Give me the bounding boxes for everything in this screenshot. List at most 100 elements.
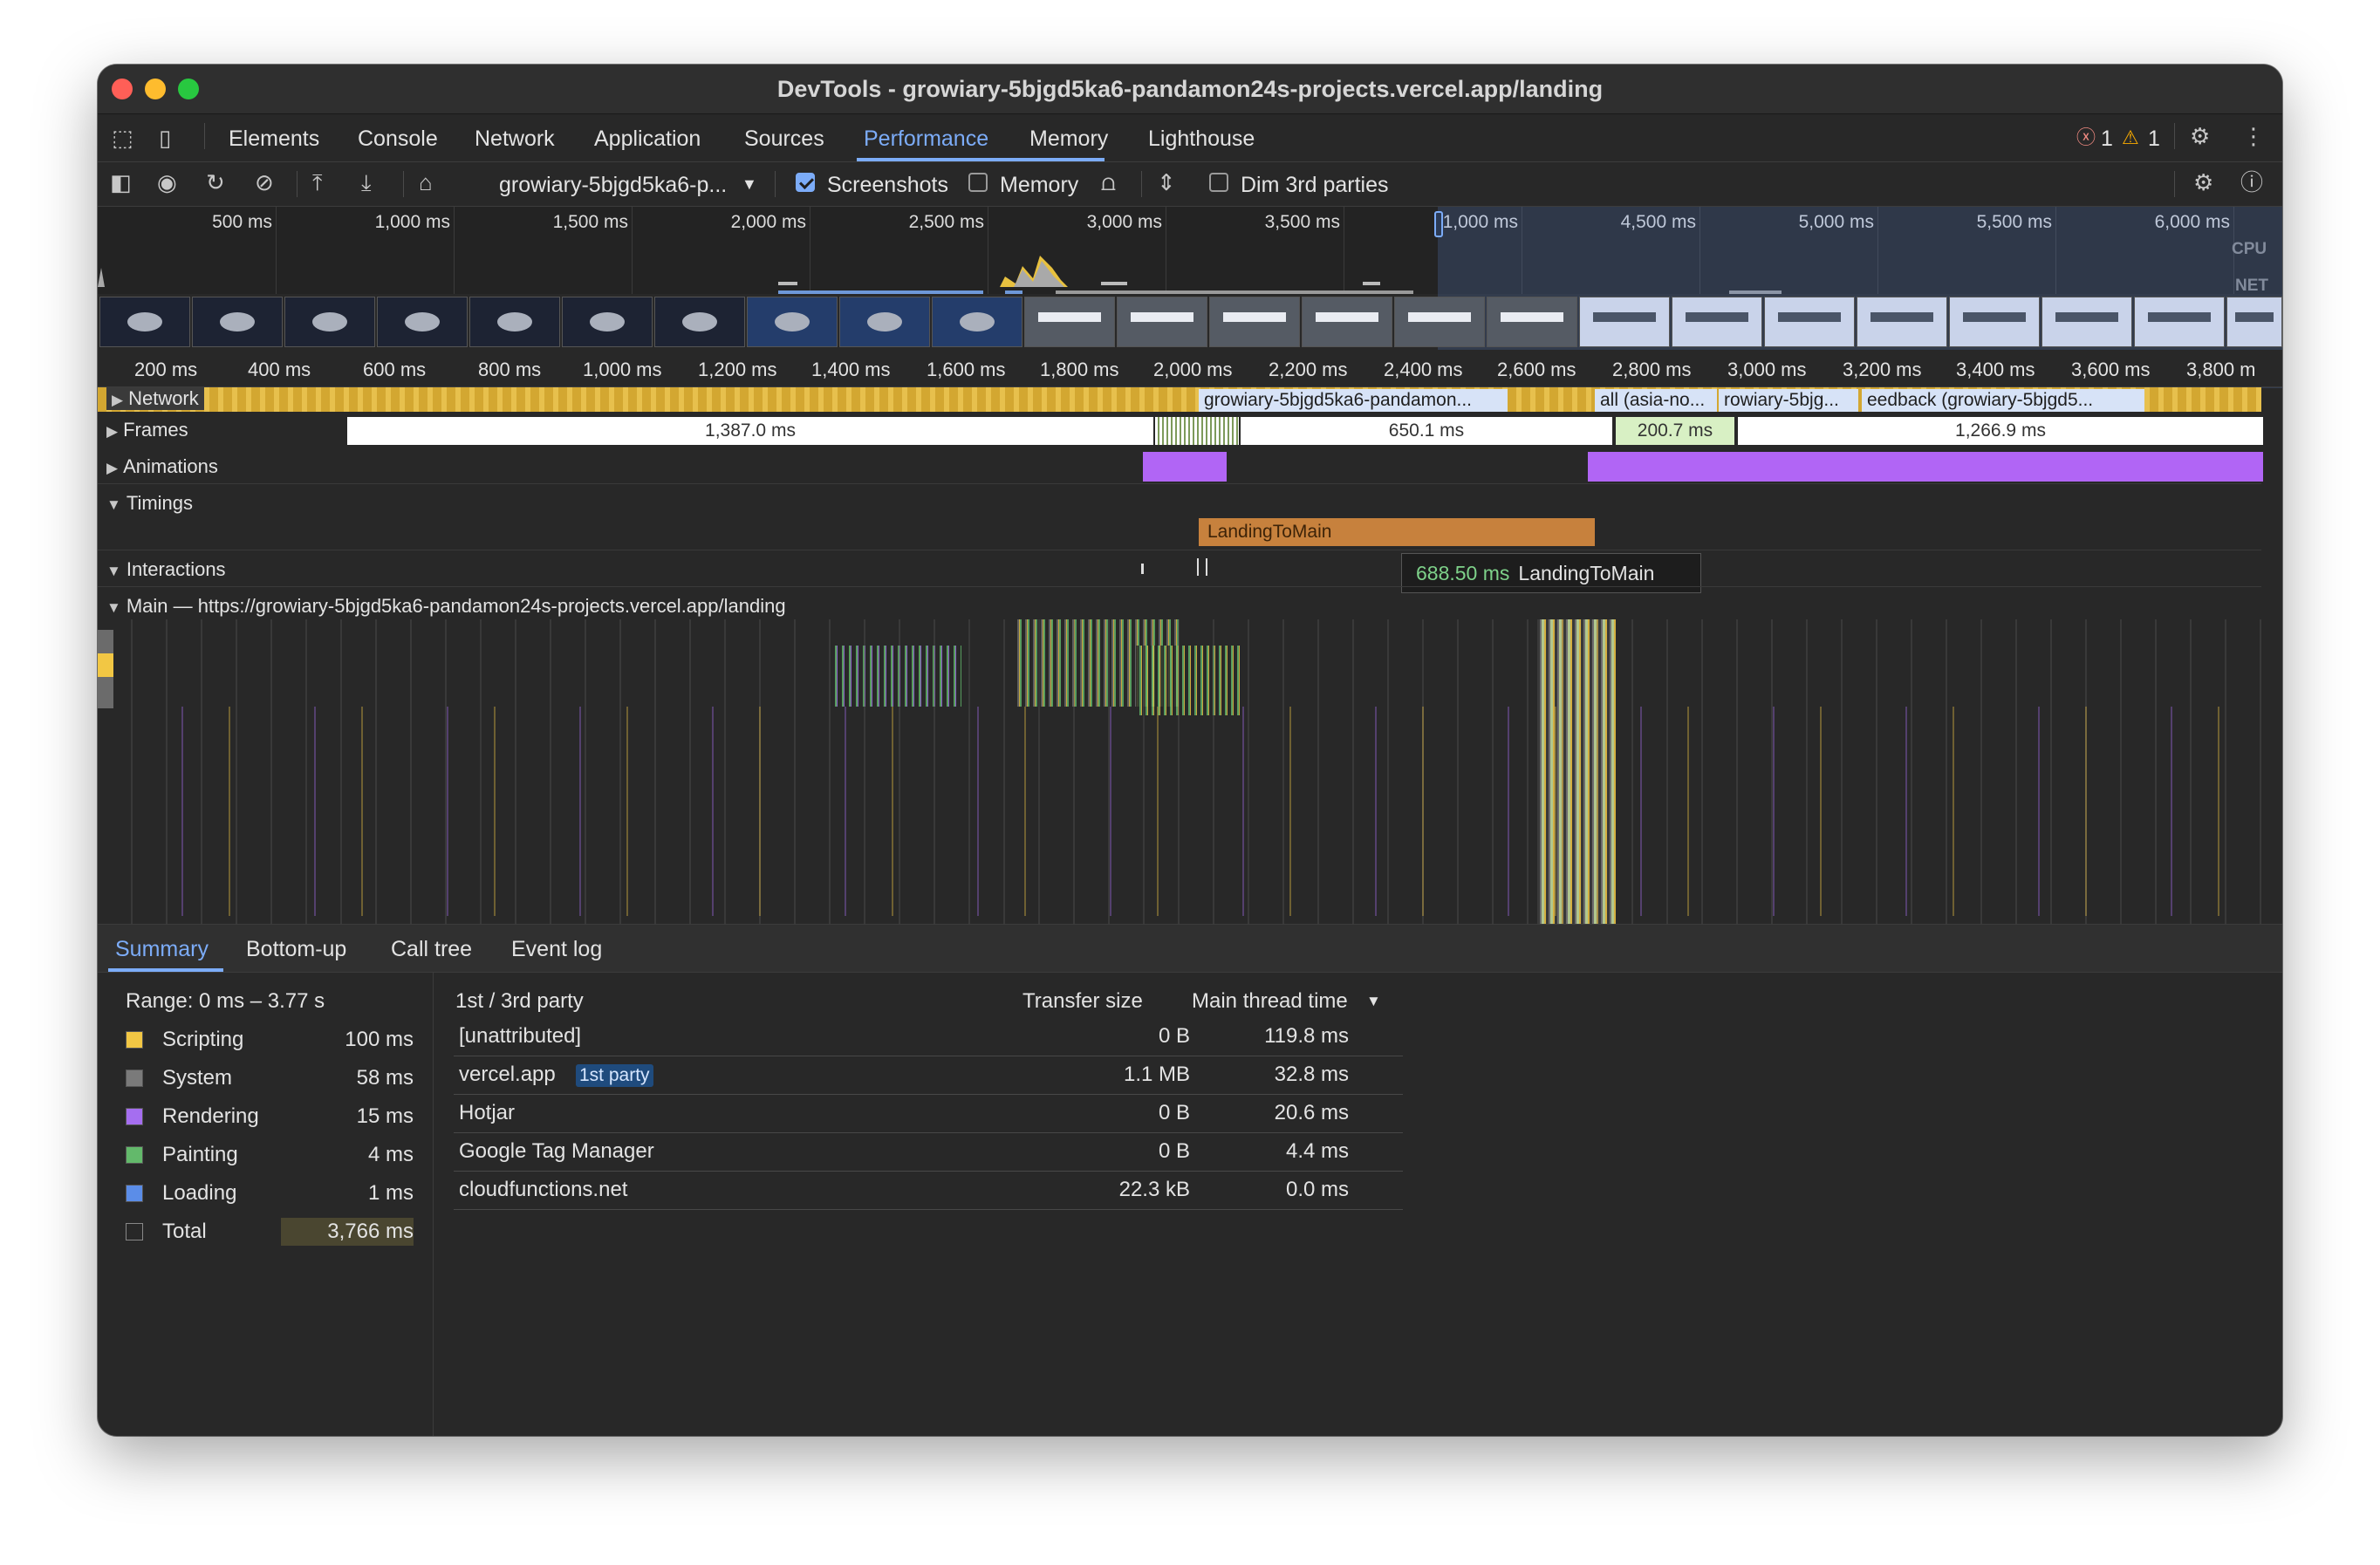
error-icon[interactable]: ⓧ bbox=[2076, 125, 2096, 151]
warning-icon[interactable]: ⚠ bbox=[2122, 125, 2139, 151]
frames-track-header[interactable]: ▶ Frames bbox=[106, 419, 188, 441]
summary-row-loading: Loading 1 ms bbox=[126, 1179, 414, 1214]
summary-row-scripting: Scripting 100 ms bbox=[126, 1026, 414, 1061]
capture-settings-icon[interactable]: ⚙ bbox=[2193, 169, 2213, 195]
screenshots-filmstrip[interactable] bbox=[98, 297, 2282, 349]
category-value: 3,766 ms bbox=[327, 1220, 414, 1243]
tab-bottom-up[interactable]: Bottom-up bbox=[246, 937, 346, 962]
inspect-element-icon[interactable]: ⬚ bbox=[112, 125, 133, 151]
title-bar: DevTools - growiary-5bjgd5ka6-pandamon24… bbox=[98, 65, 2282, 114]
table-row[interactable]: Google Tag Manager 0 B 4.4 ms bbox=[454, 1132, 1403, 1172]
ruler-label: 1,600 ms bbox=[927, 359, 1006, 380]
timing-tooltip: 688.50 ms LandingToMain bbox=[1401, 553, 1701, 593]
first-party-badge: 1st party bbox=[576, 1064, 653, 1087]
main-thread-flame-chart[interactable] bbox=[98, 619, 2261, 925]
main-thread-track-header[interactable]: ▼ Main — https://growiary-5bjgd5ka6-panda… bbox=[106, 595, 786, 618]
animation-block[interactable] bbox=[1588, 452, 2263, 482]
frame-block[interactable]: 650.1 ms bbox=[1241, 417, 1612, 445]
category-swatch bbox=[126, 1108, 143, 1125]
timings-track-header[interactable]: ▼ Timings bbox=[106, 492, 193, 515]
table-row[interactable]: [unattributed] 0 B 119.8 ms bbox=[454, 1017, 1403, 1056]
home-icon[interactable]: ⌂ bbox=[419, 169, 433, 195]
party-name: [unattributed] bbox=[459, 1024, 582, 1048]
network-request[interactable]: growiary-5bjgd5ka6-pandamon... bbox=[1199, 389, 1508, 412]
tab-event-log[interactable]: Event log bbox=[511, 937, 602, 962]
clear-icon[interactable]: ⊘ bbox=[255, 169, 274, 195]
upload-icon[interactable]: ⤒ bbox=[312, 169, 323, 195]
collapse-triangle-icon: ▼ bbox=[106, 599, 121, 616]
transfer-size: 22.3 kB bbox=[1118, 1178, 1190, 1201]
frame-block[interactable]: 1,266.9 ms bbox=[1738, 417, 2263, 445]
col-header-transfer-size[interactable]: Transfer size bbox=[1022, 989, 1143, 1014]
frame-cluster[interactable] bbox=[1155, 417, 1239, 445]
col-header-party[interactable]: 1st / 3rd party bbox=[455, 989, 584, 1014]
tab-memory[interactable]: Memory bbox=[1029, 126, 1108, 152]
table-row[interactable]: Hotjar 0 B 20.6 ms bbox=[454, 1094, 1403, 1133]
category-name: Painting bbox=[162, 1143, 238, 1166]
tab-call-tree[interactable]: Call tree bbox=[391, 937, 472, 962]
table-row[interactable]: cloudfunctions.net 22.3 kB 0.0 ms bbox=[454, 1171, 1403, 1210]
settings-gear-icon[interactable]: ⚙ bbox=[2190, 123, 2210, 149]
selection-handle[interactable] bbox=[1434, 211, 1443, 237]
warning-count[interactable]: 1 bbox=[2148, 126, 2160, 152]
ruler-label: 2,200 ms bbox=[1269, 359, 1348, 380]
interaction-marker[interactable] bbox=[1141, 564, 1144, 574]
active-tab-indicator bbox=[857, 158, 1105, 161]
dim-3rd-parties-checkbox[interactable] bbox=[1209, 173, 1228, 192]
animations-track-label: Animations bbox=[123, 455, 218, 477]
chevron-down-icon[interactable]: ▼ bbox=[742, 175, 757, 194]
network-track-header[interactable]: ▶ Network bbox=[106, 387, 204, 410]
screenshots-checkbox[interactable] bbox=[796, 173, 815, 192]
main-thread-time: 32.8 ms bbox=[1274, 1063, 1349, 1086]
tab-console[interactable]: Console bbox=[358, 126, 438, 152]
animations-track-header[interactable]: ▶ Animations bbox=[106, 455, 218, 478]
collapse-triangle-icon: ▼ bbox=[106, 563, 121, 579]
tab-elements[interactable]: Elements bbox=[229, 126, 319, 152]
category-swatch bbox=[126, 1070, 143, 1087]
network-request[interactable]: all (asia-no... bbox=[1595, 389, 1717, 412]
summary-range: Range: 0 ms – 3.77 s bbox=[126, 989, 325, 1013]
collapse-triangle-icon: ▼ bbox=[106, 496, 121, 513]
sort-descending-icon[interactable]: ▼ bbox=[1366, 993, 1381, 1010]
ruler-label: 2,000 ms bbox=[1153, 359, 1233, 380]
ruler-label: 200 ms bbox=[134, 359, 198, 380]
memory-checkbox[interactable] bbox=[968, 173, 988, 192]
network-request[interactable]: eedback (growiary-5bjgd5... bbox=[1862, 389, 2144, 412]
sidebar-toggle-icon[interactable]: ◧ bbox=[110, 169, 132, 195]
summary-panel: Range: 0 ms – 3.77 s Scripting 100 ms Sy… bbox=[98, 972, 434, 1436]
category-swatch bbox=[126, 1223, 143, 1240]
animation-block[interactable] bbox=[1143, 452, 1227, 482]
tab-lighthouse[interactable]: Lighthouse bbox=[1148, 126, 1255, 152]
tab-summary[interactable]: Summary bbox=[115, 937, 209, 962]
expand-triangle-icon: ▶ bbox=[106, 423, 119, 440]
interaction-marker[interactable] bbox=[1197, 558, 1207, 576]
error-count[interactable]: 1 bbox=[2101, 126, 2113, 152]
category-name: System bbox=[162, 1066, 233, 1090]
timing-landing-to-main[interactable]: LandingToMain bbox=[1199, 518, 1595, 546]
garbage-collect-icon[interactable]: ⩍ bbox=[1101, 169, 1116, 195]
party-name: Google Tag Manager bbox=[459, 1139, 654, 1163]
col-header-main-thread-time[interactable]: Main thread time bbox=[1192, 989, 1348, 1014]
frame-block[interactable]: 200.7 ms bbox=[1616, 417, 1734, 445]
category-name: Scripting bbox=[162, 1028, 244, 1051]
network-request[interactable]: rowiary-5bjg... bbox=[1719, 389, 1858, 412]
timeline-ruler[interactable]: 200 ms 400 ms 600 ms 800 ms 1,000 ms 1,2… bbox=[98, 350, 2282, 387]
device-toolbar-icon[interactable]: ▯ bbox=[159, 125, 171, 151]
record-icon[interactable]: ◉ bbox=[157, 169, 177, 195]
reload-record-icon[interactable]: ↻ bbox=[206, 169, 225, 195]
help-icon[interactable]: ⓘ bbox=[2240, 169, 2263, 195]
tab-network[interactable]: Network bbox=[475, 126, 555, 152]
download-icon[interactable]: ⤓ bbox=[361, 169, 372, 195]
interactions-track-label: Interactions bbox=[126, 558, 226, 580]
frame-block[interactable]: 1,387.0 ms bbox=[347, 417, 1153, 445]
shrink-tracks-icon[interactable]: ⇕ bbox=[1157, 169, 1176, 195]
tab-performance[interactable]: Performance bbox=[864, 126, 988, 152]
more-menu-icon[interactable]: ⋮ bbox=[2242, 123, 2265, 149]
ruler-label: 1,800 ms bbox=[1040, 359, 1119, 380]
interactions-track-header[interactable]: ▼ Interactions bbox=[106, 558, 226, 581]
recording-select[interactable]: growiary-5bjgd5ka6-p... bbox=[499, 173, 727, 198]
table-row[interactable]: vercel.app 1st party 1.1 MB 32.8 ms bbox=[454, 1056, 1403, 1095]
category-name: Rendering bbox=[162, 1104, 259, 1128]
tab-sources[interactable]: Sources bbox=[744, 126, 824, 152]
tab-application[interactable]: Application bbox=[594, 126, 701, 152]
